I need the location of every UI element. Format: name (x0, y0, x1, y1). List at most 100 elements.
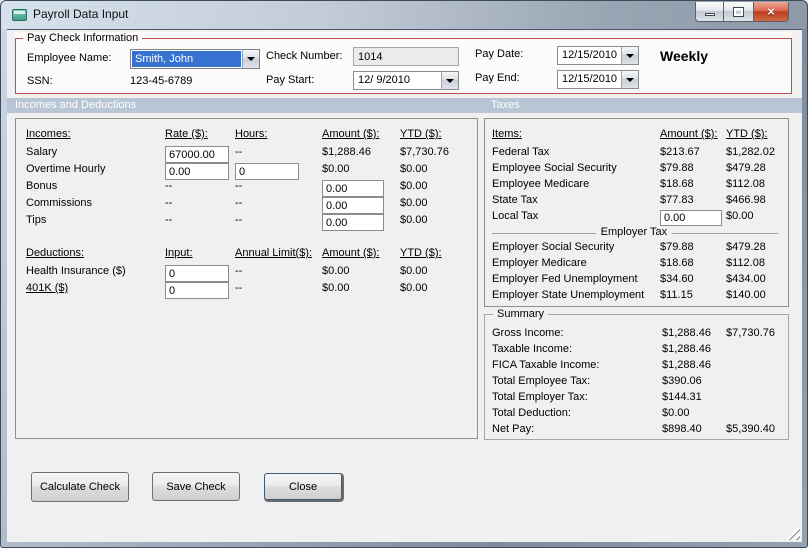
check-number-label: Check Number: (266, 50, 343, 62)
section-header-band: Incomes and Deductions Taxes (7, 98, 802, 113)
close-button-caption[interactable]: × (753, 2, 789, 22)
tips-amount-input[interactable] (322, 214, 384, 231)
income-row-salary: Salary -- $1,288.46 $7,730.76 (26, 146, 477, 163)
tax-label: Employee Social Security (492, 162, 617, 174)
tax-ytd: $466.98 (726, 194, 766, 206)
pay-end-picker[interactable]: 12/15/2010 (557, 70, 639, 89)
summary-ytd (726, 407, 788, 423)
minimize-button[interactable] (695, 2, 724, 22)
summary-ytd (726, 375, 788, 391)
summary-ytd (726, 391, 788, 407)
tax-ytd: $112.08 (726, 178, 765, 190)
summary-ytd (726, 359, 788, 375)
income-row-commissions: Commissions -- -- $0.00 (26, 197, 477, 214)
income-row-bonus: Bonus -- -- $0.00 (26, 180, 477, 197)
tax-amount: $18.68 (660, 178, 694, 190)
pay-end-dropdown-icon[interactable] (621, 71, 638, 88)
income-amount: $0.00 (322, 163, 350, 175)
pay-start-value: 12/ 9/2010 (358, 74, 410, 86)
pay-start-dropdown-icon[interactable] (441, 72, 458, 89)
income-hours: -- (235, 214, 243, 226)
tax-ytd: $479.28 (726, 162, 766, 174)
deduction-amount: $0.00 (322, 265, 350, 277)
income-amount: $1,288.46 (322, 146, 371, 158)
summary-row-total-deduction: Total Deduction: $0.00 (492, 407, 788, 423)
pay-start-picker[interactable]: 12/ 9/2010 (353, 71, 459, 90)
pay-start-label: Pay Start: (266, 74, 315, 86)
deductions-col-header: Deductions: (26, 247, 85, 259)
deduction-row-401k: 401K ($) -- $0.00 $0.00 (26, 282, 477, 299)
pay-date-picker[interactable]: 12/15/2010 (557, 46, 639, 65)
tax-row-empr-social-security: Employer Social Security $79.88 $479.28 (492, 241, 788, 257)
tax-items-col-header: Items: (492, 128, 522, 140)
tax-amount: $79.88 (660, 241, 694, 253)
tax-row-local: Local Tax $0.00 (492, 210, 788, 226)
tax-ytd: $479.28 (726, 241, 766, 253)
pay-end-label: Pay End: (475, 72, 520, 84)
health-insurance-input[interactable] (165, 265, 229, 282)
salary-rate-input[interactable] (165, 146, 229, 163)
tax-row-state: State Tax $77.83 $466.98 (492, 194, 788, 210)
income-row-tips: Tips -- -- $0.00 (26, 214, 477, 231)
income-label: Bonus (26, 180, 58, 192)
tax-label: Employer Fed Unemployment (492, 273, 638, 285)
overtime-hours-input[interactable] (235, 163, 299, 180)
employee-name-combobox[interactable]: Smith, John (130, 49, 260, 69)
overtime-rate-input[interactable] (165, 163, 229, 180)
income-hours: -- (235, 180, 243, 192)
maximize-icon (733, 6, 744, 17)
local-tax-input[interactable] (660, 210, 722, 226)
tax-label: State Tax (492, 194, 538, 206)
commissions-amount-input[interactable] (322, 197, 384, 214)
summary-label: Gross Income: (492, 327, 564, 339)
employer-tax-group: Employer Tax (492, 226, 788, 241)
tax-amount: $18.68 (660, 257, 694, 269)
tax-row-emp-social-security: Employee Social Security $79.88 $479.28 (492, 162, 788, 178)
tax-label: Federal Tax (492, 146, 550, 158)
deduction-401k-link[interactable]: 401K ($) (26, 282, 165, 299)
calculate-check-button[interactable]: Calculate Check (31, 472, 129, 502)
summary-row-taxable: Taxable Income: $1,288.46 (492, 343, 788, 359)
check-number-field[interactable] (353, 47, 459, 66)
close-icon: × (767, 4, 775, 19)
incomes-deductions-panel: Incomes: Rate ($): Hours: Amount ($): YT… (15, 118, 478, 439)
tax-ytd: $1,282.02 (726, 146, 775, 158)
deduction-label: Health Insurance ($) (26, 265, 126, 277)
tax-ytd-col-header: YTD ($): (726, 128, 768, 140)
app-icon[interactable] (12, 9, 27, 21)
employee-name-dropdown-icon[interactable] (242, 50, 259, 68)
income-hours: -- (235, 146, 243, 158)
tax-ytd: $112.08 (726, 257, 765, 269)
employee-name-value: Smith, John (132, 51, 241, 67)
deduction-401k-input[interactable] (165, 282, 229, 299)
pay-date-dropdown-icon[interactable] (621, 47, 638, 64)
rate-col-header: Rate ($): (165, 128, 208, 140)
tax-ytd: $0.00 (726, 210, 754, 222)
minimize-icon (704, 13, 715, 16)
summary-amount: $144.31 (662, 391, 702, 403)
title-bar[interactable]: Payroll Data Input × (1, 1, 807, 29)
close-button[interactable]: Close (264, 473, 342, 500)
summary-label: Total Employer Tax: (492, 391, 588, 403)
tax-amount: $79.88 (660, 162, 694, 174)
income-row-overtime: Overtime Hourly $0.00 $0.00 (26, 163, 477, 180)
tax-ytd: $434.00 (726, 273, 766, 285)
ssn-label: SSN: (27, 75, 53, 87)
summary-row-fica: FICA Taxable Income: $1,288.46 (492, 359, 788, 375)
save-check-button[interactable]: Save Check (152, 472, 240, 501)
tax-row-empr-fed-unemployment: Employer Fed Unemployment $34.60 $434.00 (492, 273, 788, 289)
bonus-amount-input[interactable] (322, 180, 384, 197)
pay-date-label: Pay Date: (475, 48, 524, 60)
income-ytd: $0.00 (400, 214, 428, 226)
annual-limit-col-header: Annual Limit($): (235, 247, 313, 259)
tax-label: Employer Social Security (492, 241, 615, 253)
income-ytd: $7,730.76 (400, 146, 449, 158)
summary-row-total-employee-tax: Total Employee Tax: $390.06 (492, 375, 788, 391)
deduction-ytd: $0.00 (400, 282, 428, 294)
maximize-button[interactable] (724, 2, 753, 22)
resize-grip[interactable] (786, 526, 800, 540)
client-area: Pay Check Information Employee Name: Smi… (7, 29, 802, 542)
paycheck-info-group-label: Pay Check Information (23, 32, 143, 44)
tax-amount: $213.67 (660, 146, 700, 158)
tax-amount-col-header: Amount ($): (660, 128, 718, 140)
